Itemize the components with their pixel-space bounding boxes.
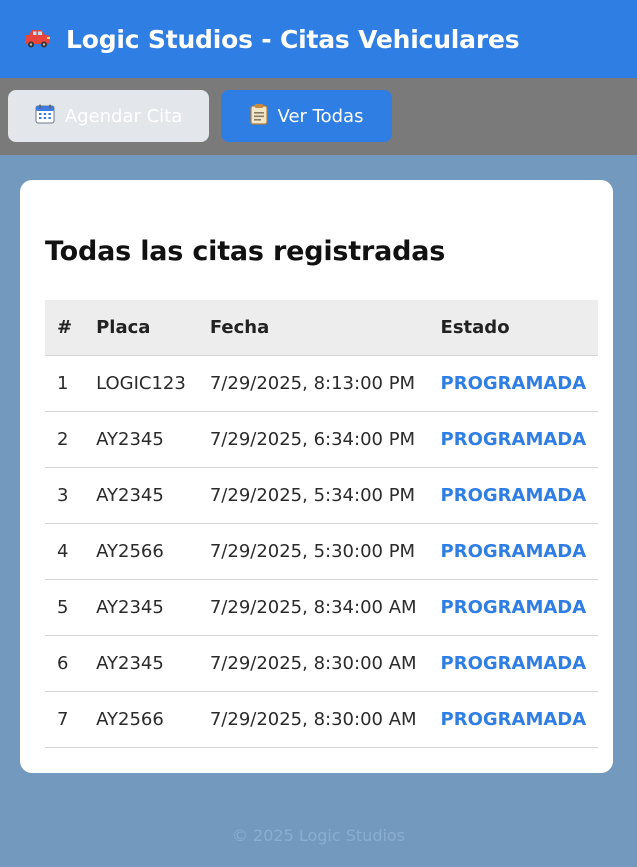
cell-fecha: 7/29/2025, 5:30:00 PM: [197, 523, 429, 580]
status-badge: PROGRAMADA: [428, 523, 599, 580]
app-header: Logic Studios - Citas Vehiculares: [0, 0, 637, 78]
cell-num: 7: [45, 691, 85, 748]
column-header-num: #: [45, 300, 85, 356]
ver-todas-label: Ver Todas: [277, 105, 364, 127]
ver-todas-button[interactable]: Ver Todas: [221, 90, 392, 142]
cell-placa: AY2566: [84, 691, 198, 748]
status-badge: PROGRAMADA: [428, 579, 599, 636]
citas-table: # Placa Fecha Estado 1 LOGIC123 7/29/202…: [45, 300, 599, 748]
cell-placa: AY2345: [84, 635, 198, 692]
status-badge: PROGRAMADA: [428, 411, 599, 468]
calendar-icon: [35, 104, 55, 129]
cell-num: 3: [45, 467, 85, 524]
cell-fecha: 7/29/2025, 8:34:00 AM: [197, 579, 429, 636]
table-row: 7 AY2566 7/29/2025, 8:30:00 AM PROGRAMAD…: [45, 691, 599, 748]
column-header-fecha: Fecha: [197, 300, 429, 356]
cell-placa: LOGIC123: [84, 355, 198, 412]
table-row: 1 LOGIC123 7/29/2025, 8:13:00 PM PROGRAM…: [45, 355, 599, 412]
cell-fecha: 7/29/2025, 6:34:00 PM: [197, 411, 429, 468]
cell-placa: AY2566: [84, 523, 198, 580]
cell-num: 4: [45, 523, 85, 580]
status-badge: PROGRAMADA: [428, 691, 599, 748]
status-badge: PROGRAMADA: [428, 467, 599, 524]
footer-copyright: © 2025 Logic Studios: [231, 826, 406, 845]
table-row: 2 AY2345 7/29/2025, 6:34:00 PM PROGRAMAD…: [45, 411, 599, 468]
clipboard-icon: [249, 103, 268, 130]
table-header-row: # Placa Fecha Estado: [45, 300, 599, 356]
table-row: 4 AY2566 7/29/2025, 5:30:00 PM PROGRAMAD…: [45, 523, 599, 580]
cell-fecha: 7/29/2025, 8:30:00 AM: [197, 635, 429, 692]
app-title: Logic Studios - Citas Vehiculares: [66, 24, 520, 54]
status-badge: PROGRAMADA: [428, 355, 599, 412]
column-header-placa: Placa: [84, 300, 198, 356]
table-row: 3 AY2345 7/29/2025, 5:34:00 PM PROGRAMAD…: [45, 467, 599, 524]
table-row: 5 AY2345 7/29/2025, 8:34:00 AM PROGRAMAD…: [45, 579, 599, 636]
cell-fecha: 7/29/2025, 8:13:00 PM: [197, 355, 429, 412]
table-row: 6 AY2345 7/29/2025, 8:30:00 AM PROGRAMAD…: [45, 635, 599, 692]
cell-placa: AY2345: [84, 467, 198, 524]
cell-placa: AY2345: [84, 579, 198, 636]
page-title: Todas las citas registradas: [45, 236, 446, 267]
status-badge: PROGRAMADA: [428, 635, 599, 692]
cell-fecha: 7/29/2025, 8:30:00 AM: [197, 691, 429, 748]
cell-num: 2: [45, 411, 85, 468]
agendar-cita-label: Agendar Cita: [64, 105, 183, 127]
cell-num: 5: [45, 579, 85, 636]
nav-bar: Agendar Cita Ver Todas: [0, 78, 637, 155]
citas-card: Todas las citas registradas # Placa Fech…: [20, 180, 613, 773]
agendar-cita-button[interactable]: Agendar Cita: [8, 90, 209, 142]
column-header-estado: Estado: [428, 300, 599, 356]
cell-num: 6: [45, 635, 85, 692]
cell-fecha: 7/29/2025, 5:34:00 PM: [197, 467, 429, 524]
car-icon: [24, 29, 52, 49]
cell-num: 1: [45, 355, 85, 412]
cell-placa: AY2345: [84, 411, 198, 468]
